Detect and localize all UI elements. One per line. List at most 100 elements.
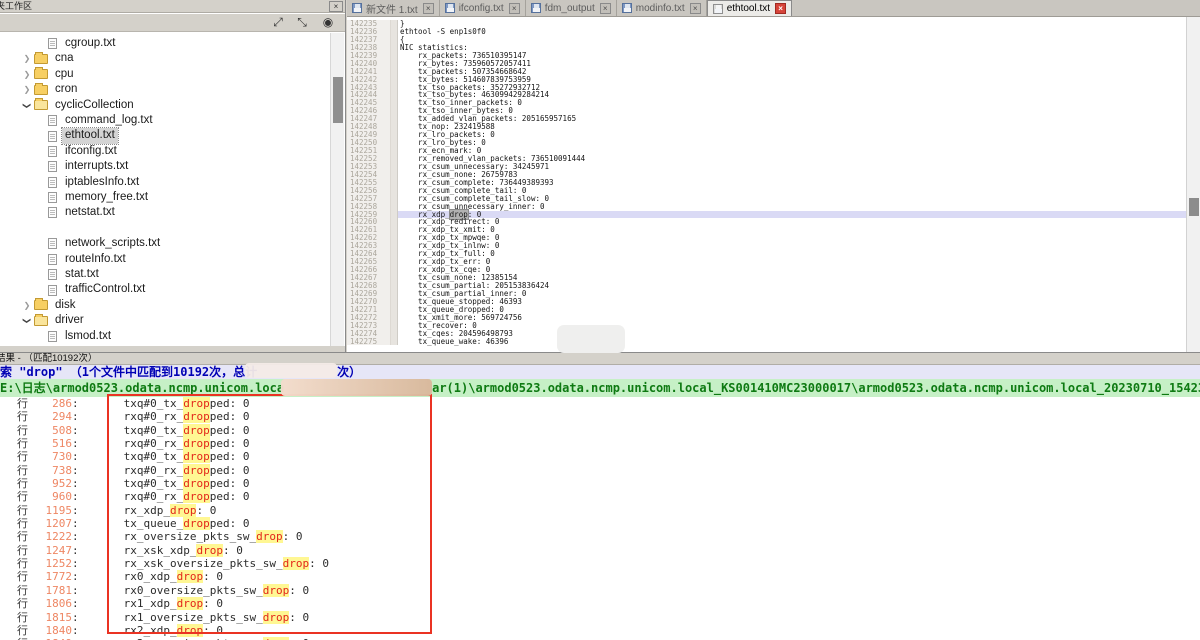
file-icon (48, 192, 57, 203)
tree-scrollbar[interactable] (330, 33, 344, 346)
tree-item-routeinfo-txt[interactable]: routeInfo.txt (0, 252, 330, 267)
tree-scrollbar-thumb[interactable] (333, 77, 343, 123)
result-row[interactable]: 行1806:rx1_xdp_drop: 0 (0, 597, 1200, 610)
tree-item-cron[interactable]: ❯cron (0, 82, 330, 97)
result-row[interactable]: 行1247:rx_xsk_xdp_drop: 0 (0, 544, 1200, 557)
editor-fold-margin (391, 99, 398, 107)
tree-item-ethtool-txt[interactable]: ethtool.txt (0, 128, 330, 143)
result-row[interactable]: 行1252:rx_xsk_oversize_pkts_sw_drop: 0 (0, 557, 1200, 570)
tree-item-cycliccollection[interactable]: ❯cyclicCollection (0, 98, 330, 113)
tab-fdm-output[interactable]: fdm_output× (526, 0, 617, 16)
tab-ethtool-txt[interactable]: ethtool.txt× (707, 0, 792, 16)
result-row[interactable]: 行738:rxq#0_rx_dropped: 0 (0, 464, 1200, 477)
editor-fold-margin (391, 306, 398, 314)
tab-close-icon[interactable]: × (690, 3, 701, 14)
result-row[interactable]: 行1195:rx_xdp_drop: 0 (0, 504, 1200, 517)
tree-item-netstat-txt[interactable]: netstat.txt (0, 205, 330, 220)
tree-item-network-scripts-txt[interactable]: network_scripts.txt (0, 236, 330, 251)
locate-file-icon[interactable]: ◉ (319, 15, 337, 30)
editor-fold-margin (391, 139, 398, 147)
match-post: ped: 0 (210, 490, 250, 503)
result-row[interactable]: 行508:txq#0_tx_dropped: 0 (0, 424, 1200, 437)
result-row-text: rx_xdp_drop: 0 (124, 504, 217, 517)
result-row-line-number: 1840 (28, 624, 72, 637)
tree-item-stat-txt[interactable]: stat.txt (0, 267, 330, 282)
result-row-line-number: 1781 (28, 584, 72, 597)
match-post: ped: 0 (210, 450, 250, 463)
result-file-path[interactable]: E:\日志\armod0523.odata.ncmp.unicom.locaar… (0, 379, 1200, 397)
tree-item-cgroup-txt[interactable]: cgroup.txt (0, 36, 330, 51)
match-highlight: drop (256, 530, 283, 543)
editor-fold-margin (391, 187, 398, 195)
result-row[interactable]: 行1772:rx0_xdp_drop: 0 (0, 570, 1200, 583)
result-row-text: rx1_xdp_drop: 0 (124, 597, 223, 610)
result-row[interactable]: 行1222:rx_oversize_pkts_sw_drop: 0 (0, 530, 1200, 543)
result-row-line-number: 1222 (28, 530, 72, 543)
tab-ifconfig-txt[interactable]: ifconfig.txt× (440, 0, 526, 16)
chevron-collapsed-icon[interactable]: ❯ (22, 82, 32, 97)
tree-item-lsmod-txt[interactable]: lsmod.txt (0, 329, 330, 344)
tree-item-command-log-txt[interactable]: command_log.txt (0, 113, 330, 128)
tree-item-memory-free-txt[interactable]: memory_free.txt (0, 190, 330, 205)
result-row[interactable]: 行1207:tx_queue_dropped: 0 (0, 517, 1200, 530)
folder-icon (34, 316, 48, 326)
chevron-expanded-icon[interactable]: ❯ (19, 316, 34, 326)
tab-close-icon[interactable]: × (509, 3, 520, 14)
match-pre: rx_xsk_xdp_ (124, 544, 197, 557)
tree-item-trafficcontrol-txt[interactable]: trafficControl.txt (0, 282, 330, 297)
expand-all-icon[interactable]: ⤢ (269, 15, 287, 30)
result-row-line-number: 1252 (28, 557, 72, 570)
tree-item-cna[interactable]: ❯cna (0, 51, 330, 66)
tab-close-icon[interactable]: × (423, 3, 434, 14)
result-row[interactable]: 行286:txq#0_tx_dropped: 0 (0, 397, 1200, 410)
tab--1-txt[interactable]: 新文件 1.txt× (347, 0, 440, 16)
tree-item-label: stat.txt (62, 267, 102, 282)
match-post: ped: 0 (210, 477, 250, 490)
result-row-colon: : (72, 410, 79, 423)
file-icon (48, 238, 57, 249)
chevron-expanded-icon[interactable]: ❯ (19, 100, 34, 110)
tab-close-icon[interactable]: × (775, 3, 786, 14)
result-row[interactable]: 行1781:rx0_oversize_pkts_sw_drop: 0 (0, 584, 1200, 597)
match-pre: rx2_xdp_ (124, 624, 177, 637)
result-row-colon: : (72, 517, 79, 530)
chevron-collapsed-icon[interactable]: ❯ (22, 67, 32, 82)
editor-fold-margin (391, 20, 398, 28)
result-row[interactable]: 行294:rxq#0_rx_dropped: 0 (0, 410, 1200, 423)
match-highlight: drop (183, 517, 210, 530)
editor-body[interactable]: 142235}142236ethtool -S enp1s0f0142237{1… (347, 17, 1186, 352)
result-row-line-label: 行 (17, 598, 28, 611)
editor-fold-margin (391, 195, 398, 203)
result-row[interactable]: 行960:rxq#0_rx_dropped: 0 (0, 490, 1200, 503)
results-header-bar: 结果 - （匹配10192次） (0, 353, 1200, 365)
result-row[interactable]: 行516:rxq#0_rx_dropped: 0 (0, 437, 1200, 450)
editor-line-text: rx_xdp_tx_full: 0 (398, 250, 1186, 258)
tab-modinfo-txt[interactable]: modinfo.txt× (617, 0, 707, 16)
editor-line-text: tx_queue_stopped: 46393 (398, 298, 1186, 306)
tree-item-cpu[interactable]: ❯cpu (0, 67, 330, 82)
tree-item-interrupts-txt[interactable]: interrupts.txt (0, 159, 330, 174)
result-row-line-number: 508 (28, 424, 72, 437)
workspace-close-icon[interactable]: × (329, 1, 343, 12)
editor-line-text: tx_added_vlan_packets: 205165957165 (398, 115, 1186, 123)
result-row[interactable]: 行952:txq#0_tx_dropped: 0 (0, 477, 1200, 490)
match-post: ped: 0 (210, 464, 250, 477)
tree-item-disk[interactable]: ❯disk (0, 298, 330, 313)
tree-item-label: netstat.txt (62, 205, 118, 220)
tree-item-driver[interactable]: ❯driver (0, 313, 330, 328)
chevron-collapsed-icon[interactable]: ❯ (22, 51, 32, 66)
collapse-all-icon[interactable]: ⤡ (293, 15, 311, 30)
result-row[interactable]: 行1815:rx1_oversize_pkts_sw_drop: 0 (0, 611, 1200, 624)
tree-item-ifconfig-txt[interactable]: ifconfig.txt (0, 144, 330, 159)
tab-close-icon[interactable]: × (600, 3, 611, 14)
result-row-text: rx_oversize_pkts_sw_drop: 0 (124, 530, 303, 543)
editor-scrollbar-thumb[interactable] (1189, 198, 1199, 216)
tree-item-label: lsmod.txt (62, 329, 114, 344)
result-row[interactable]: 行730:txq#0_tx_dropped: 0 (0, 450, 1200, 463)
result-row-text: rx1_oversize_pkts_sw_drop: 0 (124, 611, 309, 624)
result-row[interactable]: 行1840:rx2_xdp_drop: 0 (0, 624, 1200, 637)
result-row-line-number: 1195 (28, 504, 72, 517)
editor-scrollbar[interactable] (1186, 17, 1200, 352)
chevron-collapsed-icon[interactable]: ❯ (22, 298, 32, 313)
tree-item-iptablesinfo-txt[interactable]: iptablesInfo.txt (0, 175, 330, 190)
